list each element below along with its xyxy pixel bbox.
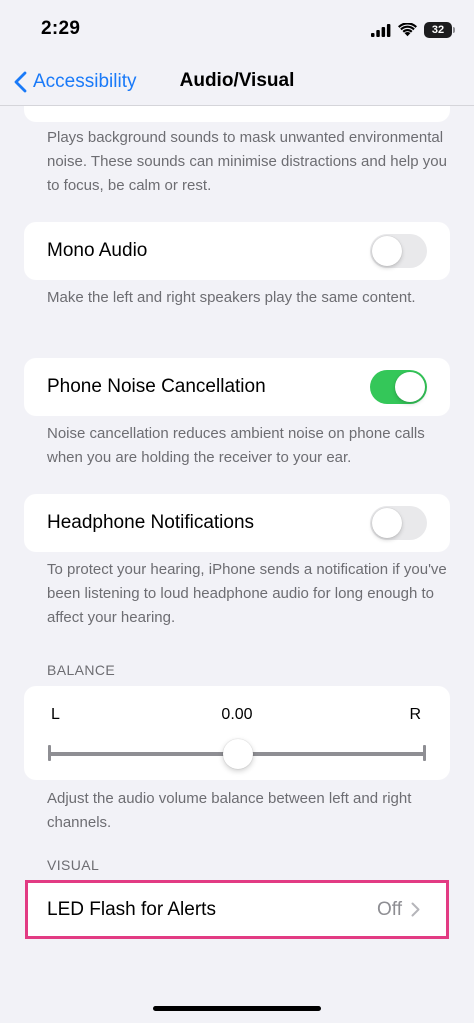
balance-section-header: BALANCE: [47, 662, 116, 678]
headphone-notifications-footer: To protect your hearing, iPhone sends a …: [47, 561, 447, 626]
mono-audio-toggle[interactable]: [370, 234, 427, 268]
phone-noise-cancellation-toggle[interactable]: [370, 370, 427, 404]
status-time: 2:29: [41, 18, 81, 39]
balance-card: L 0.00 R: [24, 686, 450, 780]
headphone-notifications-row[interactable]: Headphone Notifications: [24, 494, 450, 552]
led-flash-label: LED Flash for Alerts: [47, 898, 216, 920]
toggle-knob: [395, 372, 425, 402]
mono-audio-footer: Make the left and right speakers play th…: [47, 289, 416, 306]
phone-noise-cancellation-label: Phone Noise Cancellation: [47, 376, 266, 397]
status-bar: 2:29 32: [0, 0, 474, 58]
cellular-signal-icon: [371, 23, 391, 37]
wifi-icon: [398, 23, 417, 37]
battery-icon: 32: [424, 22, 455, 38]
chevron-right-icon: [411, 902, 420, 917]
toggle-knob: [372, 508, 402, 538]
balance-footer: Adjust the audio volume balance between …: [47, 790, 412, 831]
balance-slider-thumb[interactable]: [222, 739, 253, 769]
balance-slider-left-stop: [48, 745, 51, 761]
mono-audio-row[interactable]: Mono Audio: [24, 222, 450, 280]
led-flash-value: Off: [377, 898, 402, 920]
page-title: Audio/Visual: [179, 70, 295, 91]
visual-section-header: VISUAL: [47, 857, 100, 873]
headphone-notifications-label: Headphone Notifications: [47, 512, 255, 533]
balance-right-label: R: [409, 706, 421, 723]
headphone-notifications-toggle[interactable]: [370, 506, 427, 540]
led-flash-value-group: Off: [377, 899, 420, 921]
led-flash-for-alerts-row[interactable]: LED Flash for Alerts Off: [25, 880, 449, 939]
balance-slider-right-stop: [423, 745, 426, 761]
battery-cap: [453, 27, 455, 33]
status-icons: 32: [371, 19, 455, 41]
phone-noise-cancellation-row[interactable]: Phone Noise Cancellation: [24, 358, 450, 416]
battery-level: 32: [431, 24, 445, 36]
mono-audio-label: Mono Audio: [47, 240, 148, 261]
navigation-bar: Accessibility Audio/Visual: [0, 58, 474, 106]
background-sounds-footer: Plays background sounds to mask unwanted…: [47, 129, 447, 194]
balance-value: 0.00: [221, 706, 253, 723]
home-indicator[interactable]: [153, 1006, 321, 1011]
phone-noise-cancellation-footer: Noise cancellation reduces ambient noise…: [47, 425, 425, 466]
toggle-knob: [372, 236, 402, 266]
